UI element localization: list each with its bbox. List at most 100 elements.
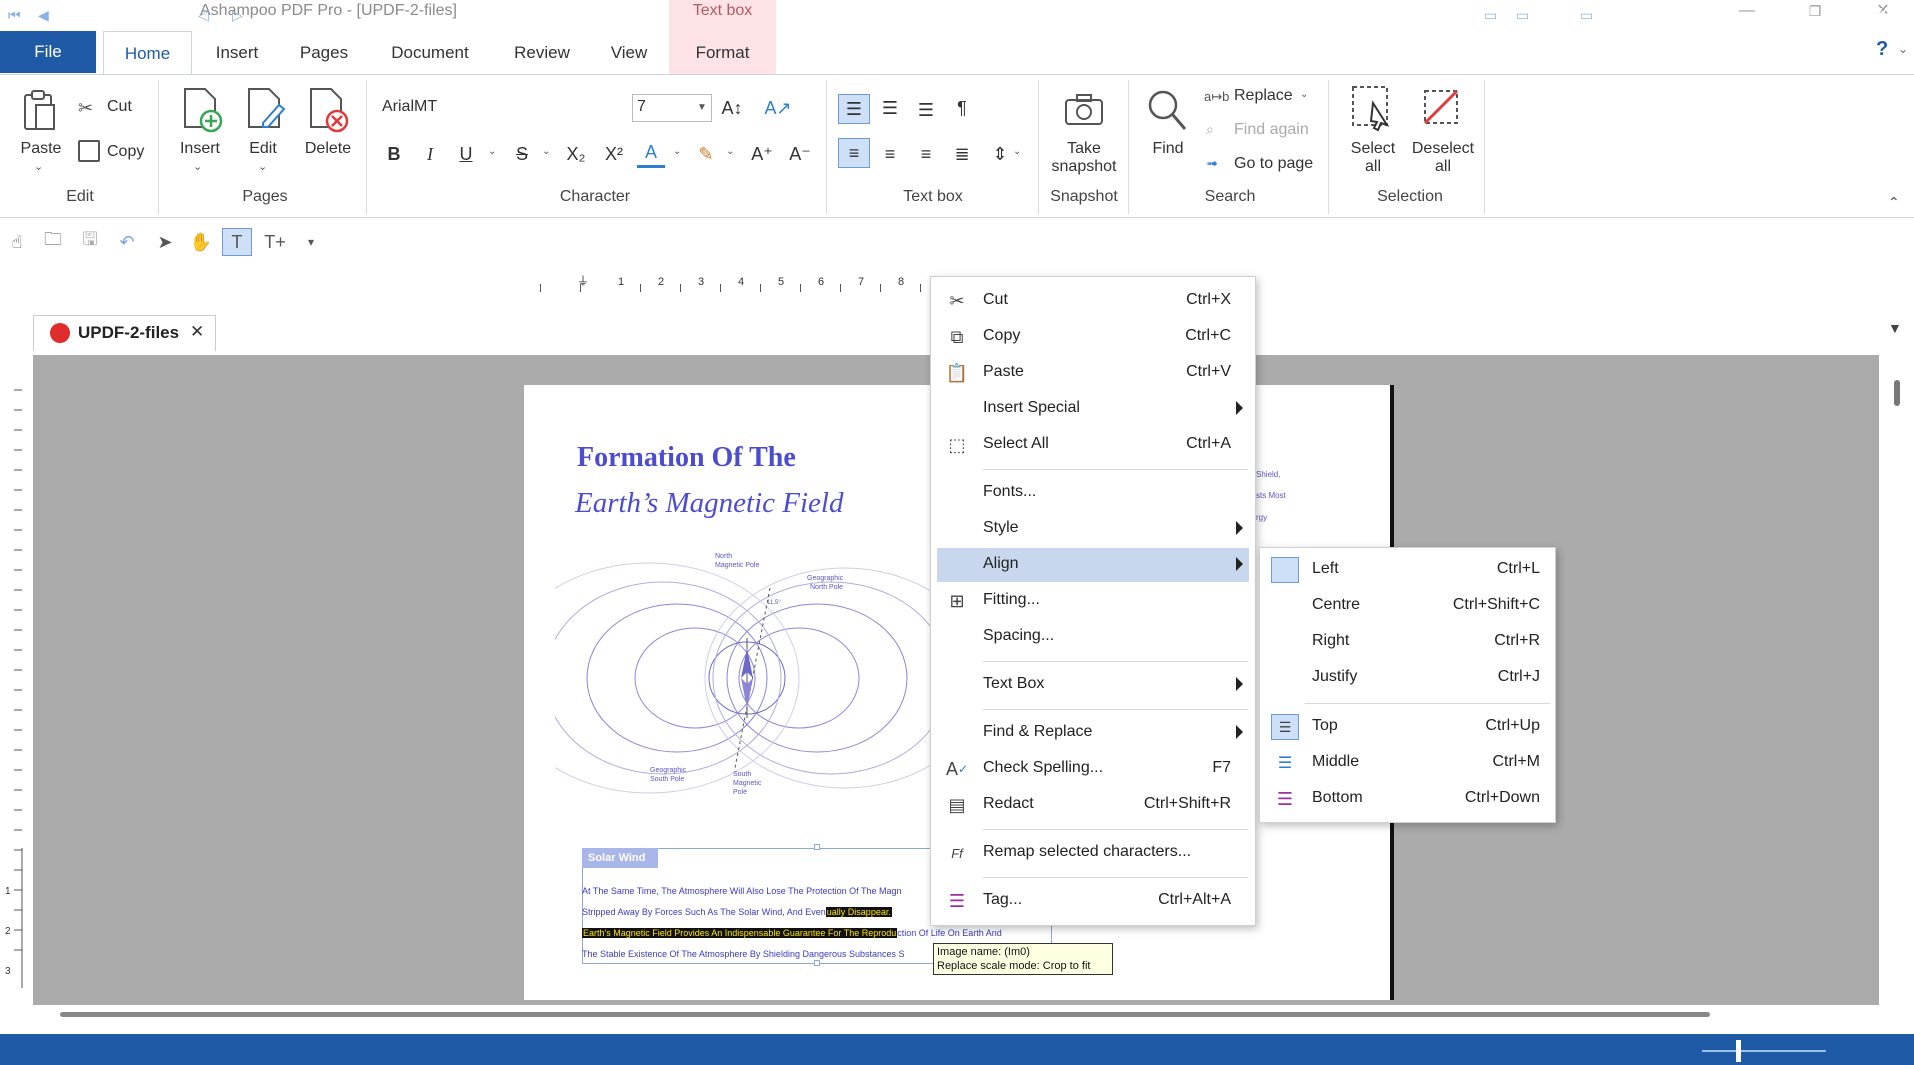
text-tool-icon[interactable]: T <box>222 228 252 256</box>
menu-item-cut[interactable]: ✂ Cut Ctrl+X <box>937 284 1249 318</box>
single-page-view-icon[interactable]: ▭ <box>1484 7 1497 24</box>
tab-insert[interactable]: Insert <box>200 31 274 74</box>
text-line[interactable]: Earth's Magnetic Field Provides An Indis… <box>582 928 1052 938</box>
menu-item-spacing[interactable]: Spacing... <box>937 620 1249 654</box>
undo-icon[interactable]: ↶ <box>112 228 142 256</box>
add-text-icon[interactable]: T+ <box>260 228 290 256</box>
solar-wind-badge[interactable]: Solar Wind <box>582 848 658 868</box>
save-icon[interactable]: 🖫 <box>75 228 105 256</box>
insert-button[interactable]: Insert <box>170 140 230 158</box>
font-color-icon[interactable]: A <box>637 140 665 168</box>
text-line[interactable]: The Stable Existence Of The Atmosphere B… <box>582 949 932 959</box>
chevron-down-icon[interactable]: ⌄ <box>258 160 267 173</box>
text-line[interactable]: Stripped Away By Forces Such As The Sola… <box>582 907 932 917</box>
italic-icon[interactable]: I <box>416 140 444 168</box>
font-name-field[interactable]: ArialMT <box>382 98 437 116</box>
font-decrease-icon[interactable]: A⁻ <box>786 140 814 168</box>
tab-list-chevron-icon[interactable]: ▼ <box>1888 320 1902 336</box>
line-spacing-icon[interactable]: ⇕ <box>986 140 1014 168</box>
open-folder-icon[interactable]: 🗀 <box>38 228 68 256</box>
align-left-icon[interactable]: ≡ <box>838 138 870 168</box>
strikethrough-icon[interactable]: S <box>508 140 536 168</box>
tab-view[interactable]: View <box>600 31 658 74</box>
select-all-button[interactable]: Select all <box>1340 140 1406 176</box>
paste-icon[interactable] <box>20 88 60 134</box>
close-icon[interactable]: ✕ <box>190 322 204 342</box>
submenu-item-right[interactable]: Right Ctrl+R <box>1265 625 1550 659</box>
edit-page-icon[interactable] <box>244 86 288 134</box>
subscript-icon[interactable]: X₂ <box>562 140 590 168</box>
copy-icon[interactable] <box>78 140 100 162</box>
menu-item-fonts[interactable]: Fonts... <box>937 476 1249 510</box>
horizontal-scrollbar[interactable] <box>60 1012 1710 1017</box>
align-right-icon[interactable]: ≡ <box>912 140 940 168</box>
align-top-icon[interactable]: ☰ <box>838 94 870 124</box>
submenu-item-left[interactable]: Left Ctrl+L <box>1265 553 1550 587</box>
menu-item-tag[interactable]: ☰ Tag... Ctrl+Alt+A <box>937 884 1249 918</box>
page-indicator[interactable]: 1 / 29 <box>68 6 108 24</box>
menu-item-redact[interactable]: ▤ Redact Ctrl+Shift+R <box>937 788 1249 822</box>
select-all-icon[interactable] <box>1350 84 1394 132</box>
menu-item-check-spelling[interactable]: A ✓ Check Spelling... F7 <box>937 752 1249 786</box>
chevron-down-icon[interactable]: ⌄ <box>34 160 43 173</box>
menu-item-select-all[interactable]: ⬚ Select All Ctrl+A <box>937 428 1249 462</box>
chevron-down-icon[interactable]: ⌄ <box>726 146 734 157</box>
font-grow-icon[interactable]: A↕ <box>718 94 746 122</box>
submenu-item-middle[interactable]: ☰ Middle Ctrl+M <box>1265 746 1550 780</box>
submenu-item-centre[interactable]: Centre Ctrl+Shift+C <box>1265 589 1550 623</box>
find-again-button[interactable]: Find again <box>1234 121 1309 139</box>
chevron-down-icon[interactable]: ⌄ <box>1898 42 1908 56</box>
zoom-slider-track[interactable] <box>1702 1050 1826 1052</box>
submenu-item-bottom[interactable]: ☰ Bottom Ctrl+Down <box>1265 782 1550 816</box>
tab-file[interactable]: File <box>0 31 96 73</box>
deselect-all-button[interactable]: Deselect all <box>1406 140 1480 176</box>
zoom-out-button[interactable]: − <box>1672 6 1681 24</box>
resize-handle[interactable] <box>814 960 820 966</box>
cut-button[interactable]: Cut <box>107 98 132 116</box>
menu-item-insert-special[interactable]: Insert Special <box>937 392 1249 426</box>
chevron-down-icon[interactable]: ⌄ <box>193 160 202 173</box>
align-bottom-icon[interactable]: ☰ <box>912 96 940 124</box>
menu-item-copy[interactable]: ⧉ Copy Ctrl+C <box>937 320 1249 354</box>
vertical-scrollbar[interactable] <box>1894 380 1900 406</box>
camera-icon[interactable] <box>1063 90 1105 128</box>
delete-page-icon[interactable] <box>306 86 350 134</box>
deselect-all-icon[interactable] <box>1420 86 1464 132</box>
text-line[interactable]: At The Same Time, The Atmosphere Will Al… <box>582 886 932 896</box>
magnetic-field-diagram[interactable]: North Magnetic Pole Geographic North Pol… <box>498 548 986 808</box>
first-page-icon[interactable]: ⏮ <box>8 7 21 24</box>
scissors-icon[interactable]: ✂ <box>78 98 93 119</box>
text-direction-icon[interactable]: A↗ <box>764 94 792 122</box>
go-to-page-icon[interactable]: ➟ <box>1206 155 1218 172</box>
page-subheading[interactable]: Earth’s Magnetic Field <box>575 487 843 520</box>
tab-format[interactable]: Format <box>669 31 776 74</box>
replace-button[interactable]: Replace <box>1234 87 1293 105</box>
chevron-down-icon[interactable]: ⌄ <box>488 146 496 157</box>
page-text-fragment[interactable]: rgy <box>1256 513 1267 522</box>
tab-review[interactable]: Review <box>502 31 582 74</box>
select-arrow-icon[interactable]: ➤ <box>150 228 180 256</box>
replace-icon[interactable]: a↦b <box>1204 89 1229 105</box>
next-page-icon[interactable]: ▶ <box>130 7 141 24</box>
restore-button[interactable]: ❐ <box>1790 0 1840 24</box>
chevron-down-icon[interactable]: ⌄ <box>1013 146 1021 157</box>
two-page-view-icon[interactable]: ▭ <box>1580 7 1593 24</box>
chevron-down-icon[interactable]: ▼ <box>697 102 707 113</box>
underline-icon[interactable]: U <box>452 140 480 168</box>
menu-item-align[interactable]: Align <box>937 548 1249 582</box>
resize-handle[interactable] <box>814 844 820 850</box>
tab-document[interactable]: Document <box>380 31 480 74</box>
hand-pointer-icon[interactable]: ☝ <box>2 228 32 256</box>
highlight-icon[interactable]: ✎ <box>692 140 720 168</box>
paragraph-marks-icon[interactable]: ¶ <box>948 94 976 122</box>
search-icon[interactable] <box>1146 88 1188 132</box>
find-button[interactable]: Find <box>1140 140 1196 158</box>
submenu-item-justify[interactable]: Justify Ctrl+J <box>1265 661 1550 695</box>
last-page-icon[interactable]: ⏭ <box>164 7 177 24</box>
fit-width-view-icon[interactable]: ▭ <box>1548 7 1561 24</box>
menu-item-style[interactable]: Style <box>937 512 1249 546</box>
take-snapshot-button[interactable]: Take snapshot <box>1046 140 1122 176</box>
hand-tool-icon[interactable]: ✋ <box>186 228 216 256</box>
back-icon[interactable]: ◁ <box>198 7 209 24</box>
menu-item-find-replace[interactable]: Find & Replace <box>937 716 1249 750</box>
